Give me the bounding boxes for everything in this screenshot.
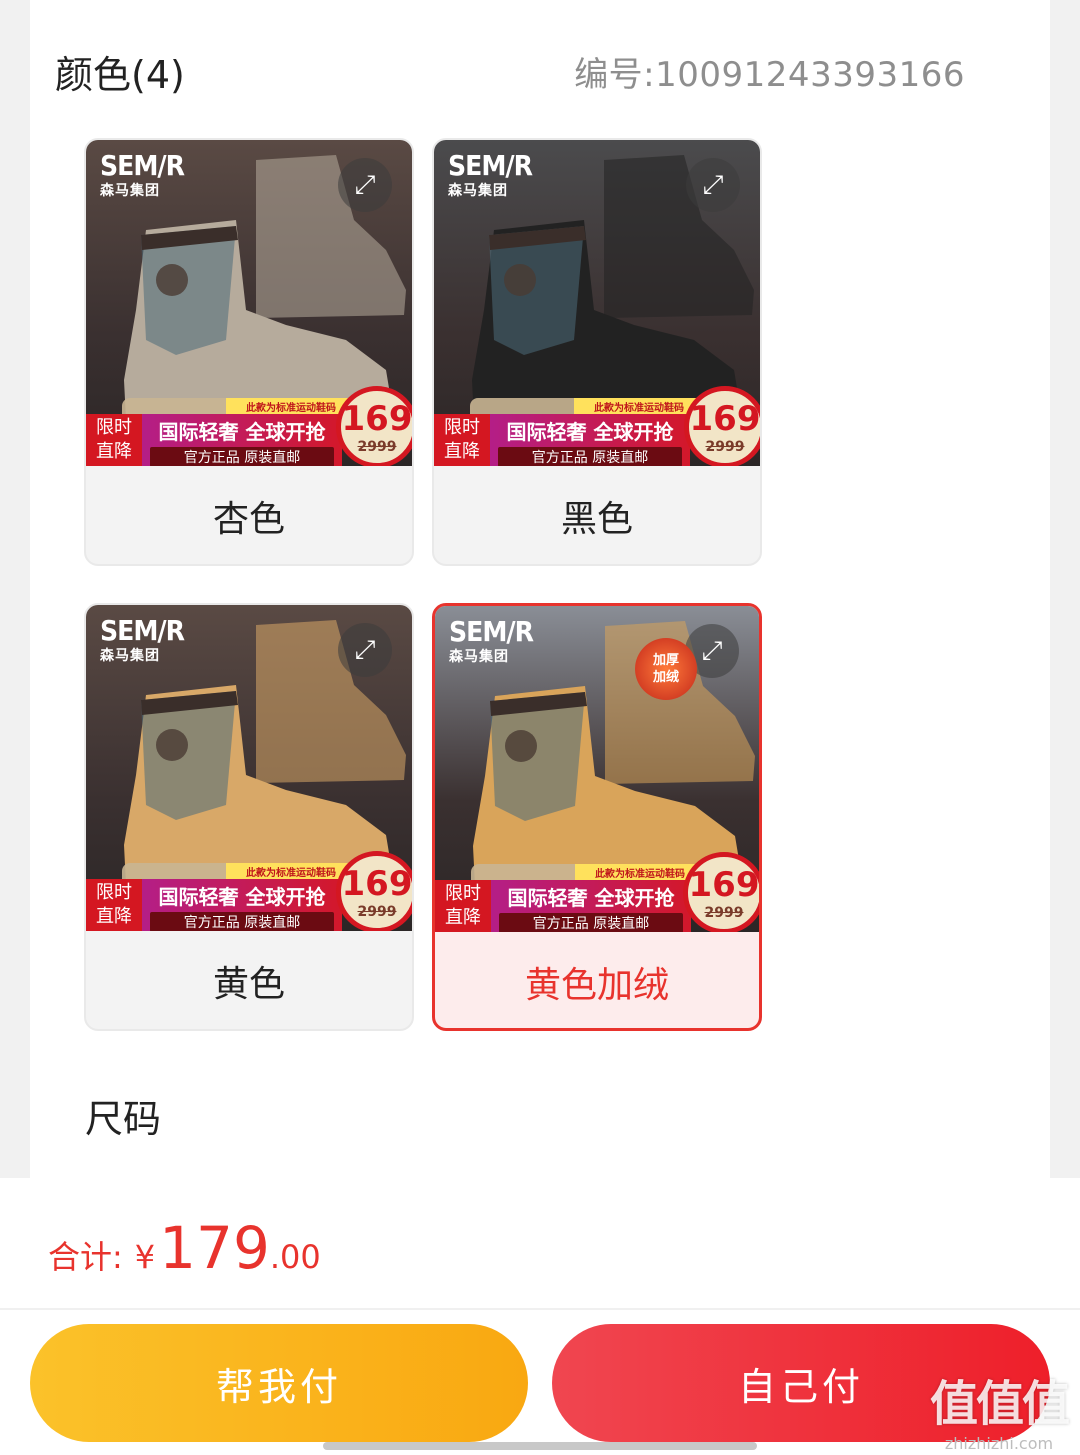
brand-sub: 森马集团 <box>448 183 508 199</box>
promo-price-badge: 169 2999 <box>336 386 412 466</box>
promo-orig-price: 2999 <box>357 439 397 455</box>
promo-limited: 限时 直降 <box>435 880 491 932</box>
promo-left-line2: 直降 <box>445 907 481 928</box>
variant-label: 黑色 <box>560 499 633 540</box>
help-pay-button[interactable]: 帮我付 <box>30 1324 528 1442</box>
promo-slogan-line1: 国际轻奢 全球开抢 <box>507 886 675 910</box>
promo-price-badge: 169 2999 <box>684 386 760 466</box>
expand-icon[interactable]: ⤢ <box>338 158 392 212</box>
variant-image[interactable]: SEM/R 森马集团 ⤢ 此款为标准运动鞋码 限时 直降 国际轻奢 全球开抢 官… <box>86 605 412 931</box>
promo-left-line2: 直降 <box>96 441 132 462</box>
brand-logo: SEM/R 森马集团 <box>100 614 185 664</box>
variant-card-yellow-fleece[interactable]: SEM/R 森马集团 ⤢ 加厚 加绒 此款为标准运动鞋码 限时 直降 国际轻奢 … <box>432 603 762 1031</box>
promo-banner: 此款为标准运动鞋码 限时 直降 国际轻奢 全球开抢 官方正品 原装直邮 169 … <box>86 851 412 931</box>
promo-price-badge: 169 2999 <box>336 851 412 931</box>
brand-sub: 森马集团 <box>100 183 160 199</box>
brand-name: SEM/R <box>448 149 533 182</box>
promo-slogan-line1: 国际轻奢 全球开抢 <box>158 420 326 444</box>
promo-note: 此款为标准运动鞋码 <box>226 398 356 414</box>
watermark-logo: 值值值 <box>929 1376 1070 1432</box>
promo-slogan-line1: 国际轻奢 全球开抢 <box>506 420 674 444</box>
promo-note: 此款为标准运动鞋码 <box>574 398 704 414</box>
size-section-title: 尺码 <box>85 1097 162 1141</box>
promo-banner: 此款为标准运动鞋码 限时 直降 国际轻奢 全球开抢 官方正品 原装直邮 169 … <box>434 386 760 466</box>
promo-left-line1: 限时 <box>96 417 132 438</box>
brand-logo: SEM/R 森马集团 <box>100 149 185 199</box>
variant-card-yellow[interactable]: SEM/R 森马集团 ⤢ 此款为标准运动鞋码 限时 直降 国际轻奢 全球开抢 官… <box>84 603 414 1031</box>
total-price: 合计: ¥ 179 .00 <box>48 1214 321 1282</box>
promo-price: 169 <box>689 399 761 439</box>
promo-left-line2: 直降 <box>444 441 480 462</box>
promo-slogan: 国际轻奢 全球开抢 官方正品 原装直邮 <box>490 414 690 466</box>
variant-image[interactable]: SEM/R 森马集团 ⤢ 此款为标准运动鞋码 限时 直降 国际轻奢 全球开抢 官… <box>86 140 412 466</box>
fleece-badge: 加厚 加绒 <box>635 638 697 700</box>
promo-orig-price: 2999 <box>705 439 745 455</box>
brand-logo: SEM/R 森马集团 <box>448 149 533 199</box>
promo-slogan: 国际轻奢 全球开抢 官方正品 原装直邮 <box>142 879 342 931</box>
promo-orig-price: 2999 <box>357 904 397 920</box>
promo-banner: 此款为标准运动鞋码 限时 直降 国际轻奢 全球开抢 官方正品 原装直邮 169 … <box>86 386 412 466</box>
promo-slogan: 国际轻奢 全球开抢 官方正品 原装直邮 <box>142 414 342 466</box>
total-label: 合计: <box>48 1238 123 1276</box>
promo-slogan-line2: 官方正品 原装直邮 <box>499 913 683 932</box>
variant-label: 黄色 <box>212 964 285 1005</box>
promo-limited: 限时 直降 <box>434 414 490 466</box>
brand-logo: SEM/R 森马集团 <box>449 615 534 665</box>
promo-banner: 此款为标准运动鞋码 限时 直降 国际轻奢 全球开抢 官方正品 原装直邮 169 … <box>435 852 759 932</box>
promo-left-line1: 限时 <box>445 883 481 904</box>
promo-note: 此款为标准运动鞋码 <box>226 863 356 879</box>
variant-card-black[interactable]: SEM/R 森马集团 ⤢ 此款为标准运动鞋码 限时 直降 国际轻奢 全球开抢 官… <box>432 138 762 566</box>
promo-price: 169 <box>341 864 413 904</box>
promo-slogan-line1: 国际轻奢 全球开抢 <box>158 885 326 909</box>
brand-name: SEM/R <box>100 614 185 647</box>
fleece-badge-line1: 加厚 <box>652 653 679 668</box>
promo-limited: 限时 直降 <box>86 879 142 931</box>
promo-left-line2: 直降 <box>96 906 132 927</box>
variant-label: 杏色 <box>212 499 285 540</box>
fleece-badge-line2: 加绒 <box>652 670 679 685</box>
variant-image[interactable]: SEM/R 森马集团 ⤢ 此款为标准运动鞋码 限时 直降 国际轻奢 全球开抢 官… <box>434 140 760 466</box>
brand-sub: 森马集团 <box>100 648 160 664</box>
brand-sub: 森马集团 <box>449 649 509 665</box>
checkout-footer: 合计: ¥ 179 .00 帮我付 自己付 <box>0 1178 1080 1455</box>
promo-orig-price: 2999 <box>704 905 744 921</box>
brand-name: SEM/R <box>100 149 185 182</box>
total-decimal: .00 <box>269 1238 321 1276</box>
color-section-title: 颜色(4) <box>55 53 185 97</box>
promo-limited: 限时 直降 <box>86 414 142 466</box>
watermark: 值值值 zhizhizhi.com <box>929 1364 1070 1453</box>
promo-price: 169 <box>341 399 413 439</box>
promo-left-line1: 限时 <box>444 417 480 438</box>
watermark-domain: zhizhizhi.com <box>944 1434 1054 1453</box>
promo-slogan: 国际轻奢 全球开抢 官方正品 原装直邮 <box>491 880 691 932</box>
total-integer: 179 <box>159 1214 270 1282</box>
color-section-header: 颜色(4) 编号:10091243393166 <box>55 44 965 99</box>
variant-card-apricot[interactable]: SEM/R 森马集团 ⤢ 此款为标准运动鞋码 限时 直降 国际轻奢 全球开抢 官… <box>84 138 414 566</box>
home-indicator[interactable] <box>323 1442 757 1450</box>
expand-icon[interactable]: ⤢ <box>686 158 740 212</box>
variant-label: 黄色加绒 <box>524 965 669 1006</box>
sku-code: 编号:10091243393166 <box>574 55 965 95</box>
promo-slogan-line2: 官方正品 原装直邮 <box>150 912 334 931</box>
promo-price: 169 <box>688 865 760 905</box>
currency-symbol: ¥ <box>134 1238 156 1276</box>
promo-slogan-line2: 官方正品 原装直邮 <box>150 447 334 466</box>
footer-divider <box>0 1308 1080 1310</box>
promo-price-badge: 169 2999 <box>683 852 759 932</box>
expand-icon[interactable]: ⤢ <box>338 623 392 677</box>
variant-image[interactable]: SEM/R 森马集团 ⤢ 加厚 加绒 此款为标准运动鞋码 限时 直降 国际轻奢 … <box>435 606 759 932</box>
promo-left-line1: 限时 <box>96 882 132 903</box>
promo-slogan-line2: 官方正品 原装直邮 <box>498 447 682 466</box>
brand-name: SEM/R <box>449 615 534 648</box>
